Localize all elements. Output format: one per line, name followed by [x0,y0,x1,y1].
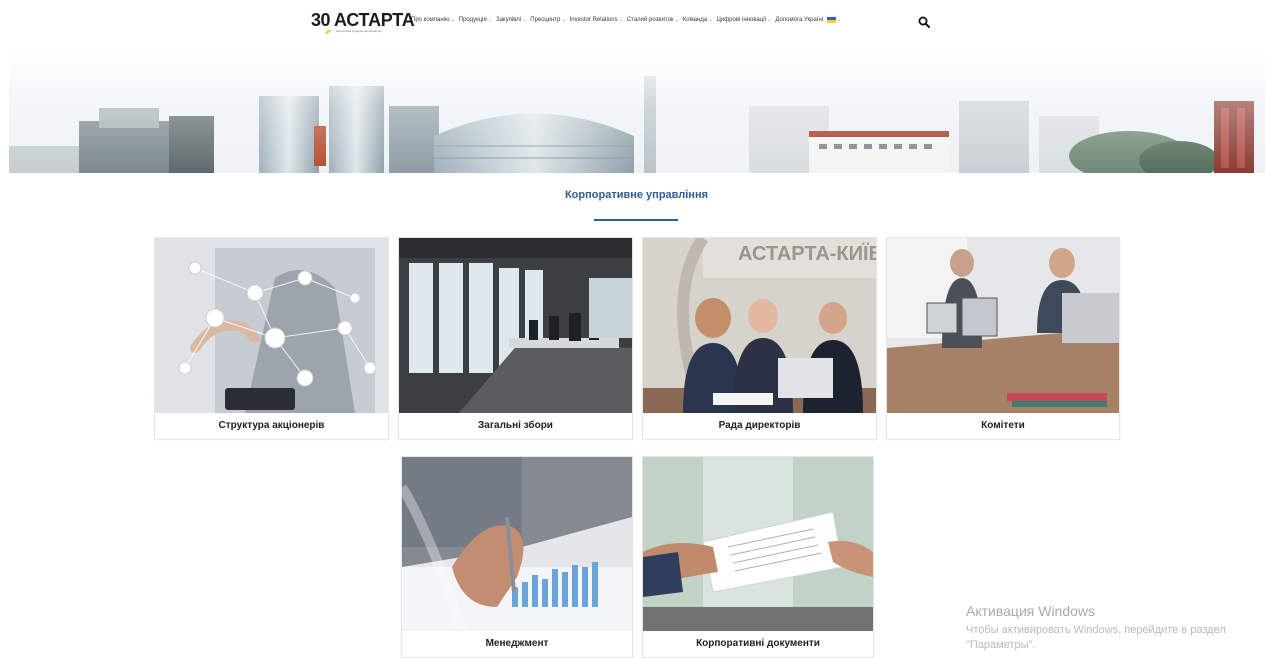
title-underline [594,219,678,221]
nav-item-label: Investor Relations [569,17,618,23]
hero-banner [9,46,1265,173]
chevron-down-icon: ⌄ [487,17,492,23]
nav-item-procurement[interactable]: Закупівлі ⌄ [496,17,526,23]
language-switcher[interactable]: ⌄ [827,17,841,23]
chevron-down-icon: ⌄ [674,17,679,23]
card-committees[interactable]: Комітети [886,237,1120,440]
card-corporate-documents[interactable]: Корпоративні документи [642,456,874,658]
board-members-photo: АСТАРТА-КИЇВ [643,238,876,413]
logo-leaf-icon [325,30,331,34]
page-title: Корпоративне управління [564,189,709,201]
nav-item-label: Закупівлі [495,17,522,23]
hero-industrial-photo [9,46,1265,173]
astarta-logo[interactable]: 30 АСТАРТА ефективне аграрне виробництво [311,10,415,34]
site-header: 30 АСТАРТА ефективне аграрне виробництво… [0,0,1265,44]
logo-anniversary-number: 30 [311,10,331,30]
windows-activation-subtitle: Чтобы активировать Windows, перейдите в … [966,624,1226,651]
nav-item-about[interactable]: Про компанію ⌄ [411,17,455,23]
nav-item-label: Про компанію [411,17,450,23]
main-nav: Про компанію ⌄ Продукція ⌄ Закупівлі ⌄ П… [411,17,841,23]
nav-item-label: Цифрові інновації [716,17,767,23]
nav-item-label: Допомога Україні [775,17,824,23]
chevron-down-icon: ⌄ [450,17,455,23]
card-board-of-directors[interactable]: АСТАРТА-КИЇВ Рада директорів [642,237,877,440]
nav-item-digital[interactable]: Цифрові інновації ⌄ [716,17,771,23]
nav-item-investor-relations[interactable]: Investor Relations ⌄ [570,17,623,23]
card-general-meetings[interactable]: Загальні збори [398,237,633,440]
card-management[interactable]: Менеджмент [401,456,633,658]
nav-item-label: Команда [682,17,708,23]
card-label: Структура акціонерів [155,413,388,439]
card-label: Корпоративні документи [643,631,873,657]
nav-item-help-ukraine[interactable]: Допомога Україні [775,17,823,23]
card-label: Рада директорів [643,413,876,439]
nav-item-label: Сталий розвиток [626,17,674,23]
wall-sign-text: АСТАРТА-КИЇВ [738,242,876,265]
chevron-down-icon: ⌄ [767,17,772,23]
nav-item-press[interactable]: Пресцентр ⌄ [530,17,565,23]
windows-activation-title: Активация Windows [966,603,1096,619]
card-label: Загальні збори [399,413,632,439]
chevron-down-icon: ⌄ [561,17,566,23]
document-handover-photo [643,457,873,631]
card-label: Менеджмент [402,631,632,657]
logo-name: АСТАРТА [334,10,415,30]
nav-item-label: Продукція [458,17,487,23]
chevron-down-icon: ⌄ [708,17,713,23]
nav-item-products[interactable]: Продукція ⌄ [459,17,492,23]
team-discussion-photo [887,238,1119,413]
chevron-down-icon: ⌄ [522,17,527,23]
network-touch-photo [155,238,388,413]
meeting-room-photo [399,238,632,413]
card-label: Комітети [887,413,1119,439]
chart-pen-photo [402,457,632,631]
card-shareholders-structure[interactable]: Структура акціонерів [154,237,389,440]
ukraine-flag-icon [827,17,837,23]
nav-item-sustainability[interactable]: Сталий розвиток ⌄ [627,17,679,23]
chevron-down-icon: ⌄ [618,17,623,23]
nav-item-team[interactable]: Команда ⌄ [683,17,713,23]
logo-tagline: ефективне аграрне виробництво [336,29,382,33]
search-icon[interactable] [918,16,930,28]
chevron-down-icon: ⌄ [837,17,842,23]
nav-item-label: Пресцентр [530,17,561,23]
